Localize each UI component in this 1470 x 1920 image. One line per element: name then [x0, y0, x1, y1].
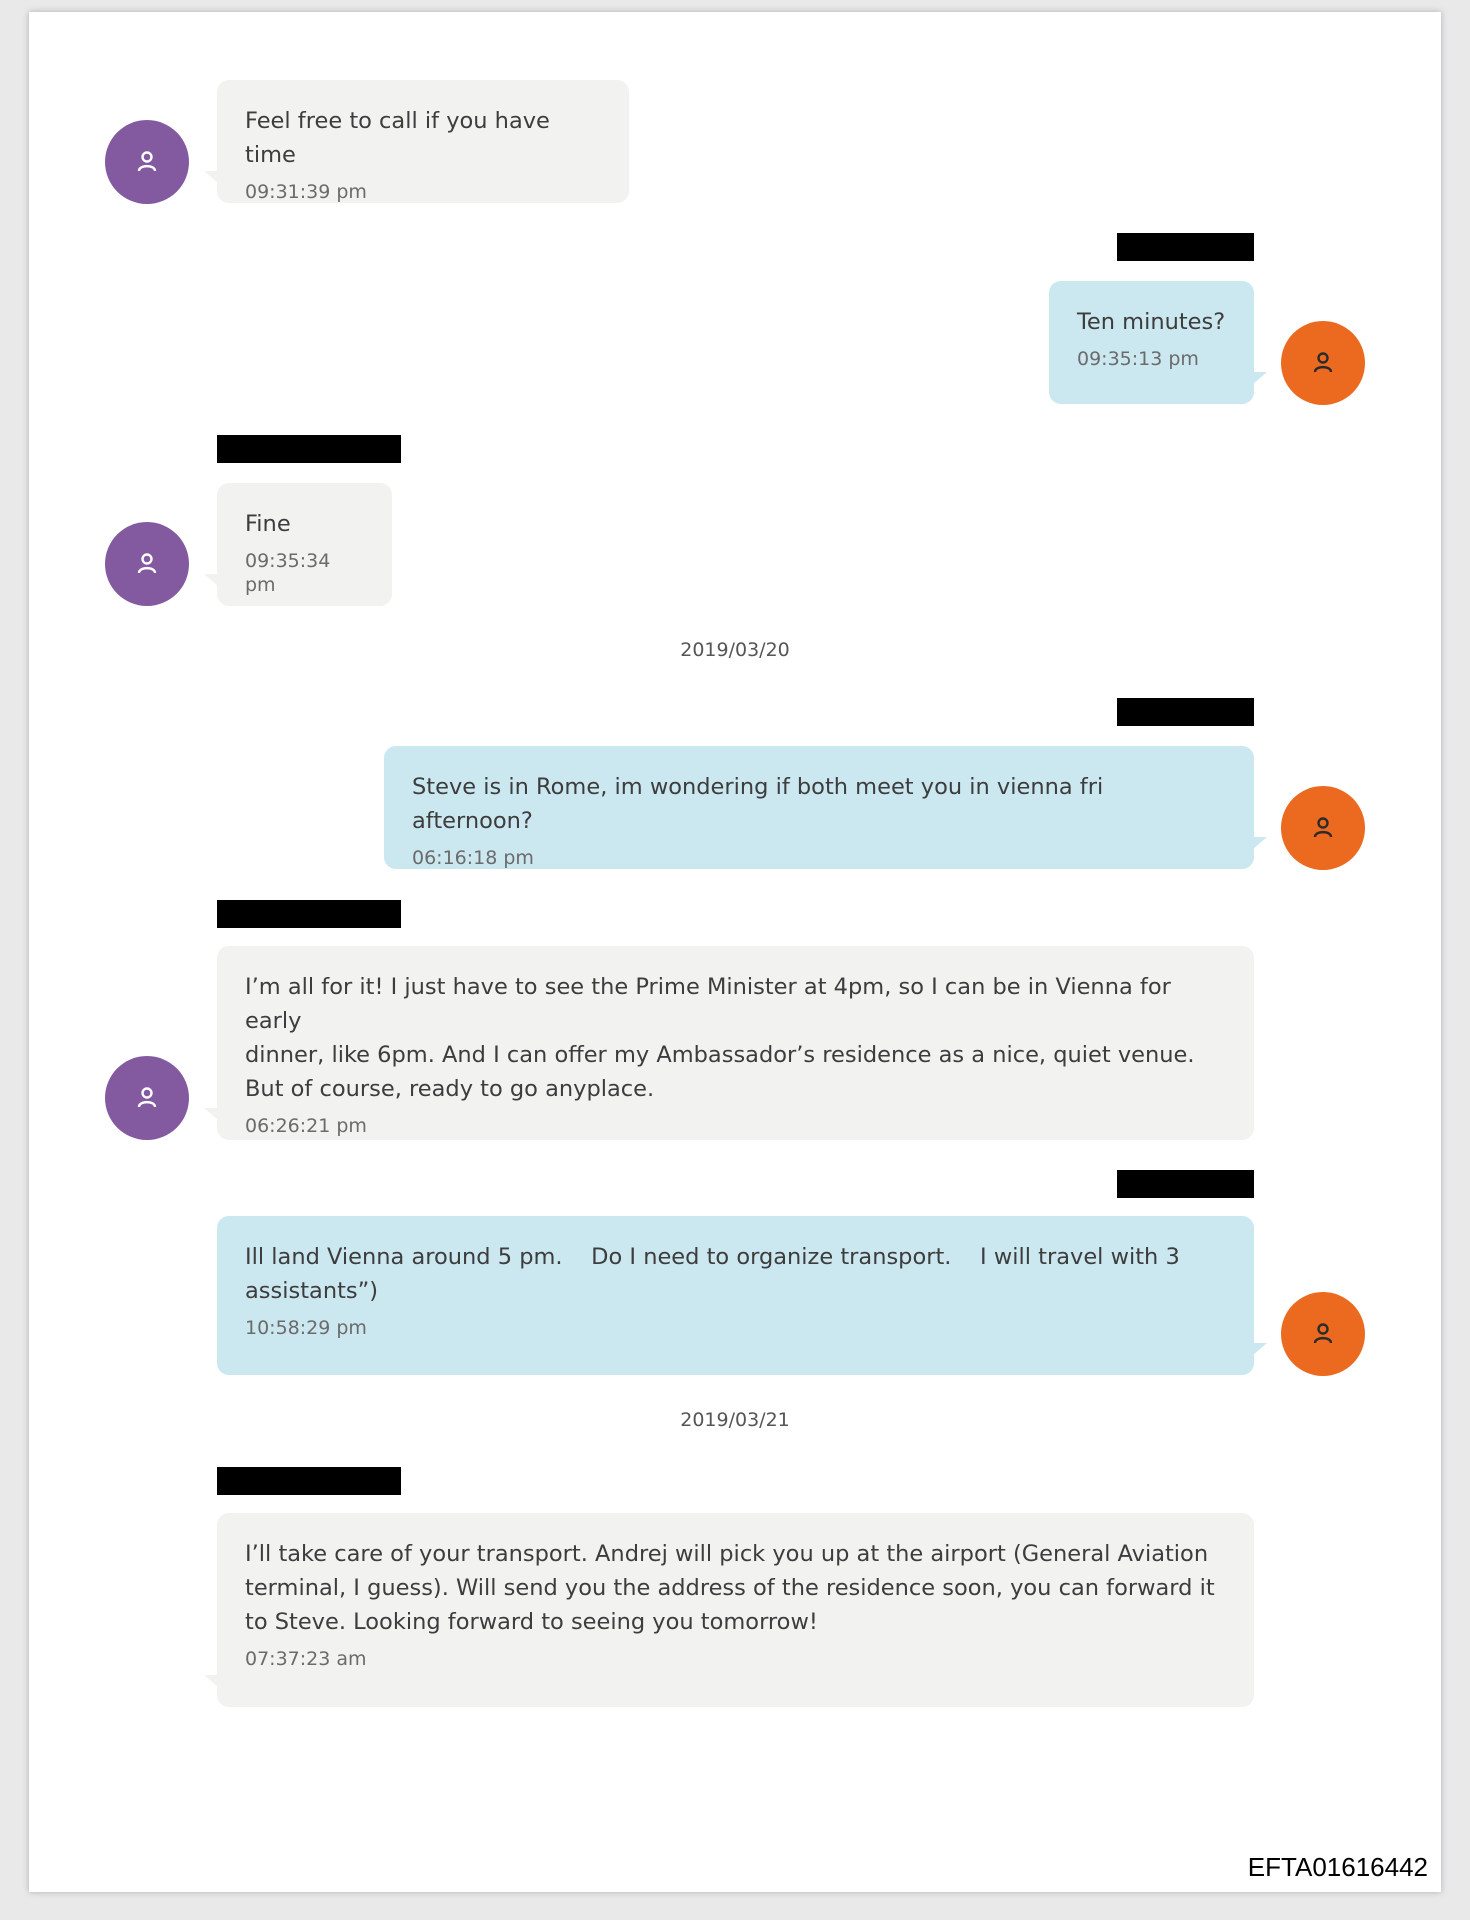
message-bubble-incoming[interactable]: I’ll take care of your transport. Andrej… — [204, 1513, 1254, 1707]
message-bubble-outgoing[interactable]: Ill land Vienna around 5 pm. Do I need t… — [217, 1216, 1267, 1375]
message-timestamp: 09:35:13 pm — [1077, 348, 1199, 370]
contact-avatar — [105, 522, 189, 606]
redacted-sender-name — [217, 1467, 401, 1495]
message-timestamp: 07:37:23 am — [245, 1648, 367, 1670]
message-text: Steve is in Rome, im wondering if both m… — [412, 774, 1111, 834]
document-id: EFTA01616442 — [1247, 1852, 1428, 1882]
message-bubble-incoming[interactable]: Feel free to call if you have time 09:31… — [204, 80, 629, 203]
redacted-sender-name — [1117, 233, 1254, 261]
message-bubble-incoming[interactable]: Fine 09:35:34 pm — [204, 483, 392, 606]
redacted-sender-name — [217, 900, 401, 928]
person-icon — [1313, 1323, 1333, 1344]
message-text: Ten minutes? — [1077, 309, 1226, 335]
person-icon — [137, 151, 157, 172]
user-avatar — [1281, 1292, 1365, 1376]
person-icon — [1313, 352, 1333, 373]
date-separator: 2019/03/21 — [680, 1409, 790, 1431]
person-icon — [1313, 817, 1333, 838]
user-avatar — [1281, 321, 1365, 405]
message-timestamp: 06:16:18 pm — [412, 847, 534, 869]
message-text: Feel free to call if you have time — [245, 108, 558, 168]
contact-avatar — [105, 1056, 189, 1140]
redacted-sender-name — [1117, 698, 1254, 726]
message-timestamp: 09:31:39 pm — [245, 181, 367, 203]
message-text: I’m all for it! I just have to see the P… — [245, 974, 1195, 1102]
message-timestamp: 06:26:21 pm — [245, 1115, 367, 1137]
message-bubble-outgoing[interactable]: Steve is in Rome, im wondering if both m… — [384, 746, 1267, 869]
person-icon — [137, 553, 157, 574]
user-avatar — [1281, 786, 1365, 870]
date-separator: 2019/03/20 — [680, 639, 790, 661]
message-timestamp: 09:35:34 pm — [245, 550, 331, 596]
message-text: Fine — [245, 511, 291, 537]
contact-avatar — [105, 120, 189, 204]
redacted-sender-name — [217, 435, 401, 463]
message-bubble-outgoing[interactable]: Ten minutes? 09:35:13 pm — [1049, 281, 1267, 404]
redacted-sender-name — [1117, 1170, 1254, 1198]
message-bubble-incoming[interactable]: I’m all for it! I just have to see the P… — [204, 946, 1254, 1140]
message-text: I’ll take care of your transport. Andrej… — [245, 1541, 1215, 1635]
person-icon — [137, 1087, 157, 1108]
message-text: Ill land Vienna around 5 pm. Do I need t… — [245, 1244, 1180, 1304]
message-timestamp: 10:58:29 pm — [245, 1317, 367, 1339]
